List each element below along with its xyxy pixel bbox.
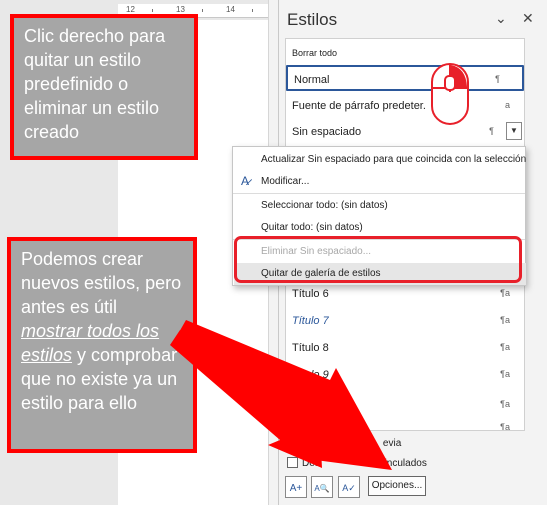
new-style-icon: A+ [289, 483, 303, 494]
pane-options-chevron-icon[interactable]: ⌄ [495, 10, 507, 27]
style-item-fuente-parrafo[interactable]: Fuente de párrafo predeter. a [286, 93, 524, 119]
style-item-titulo-7[interactable]: Título 7 ¶a [286, 308, 524, 334]
disable-linked-checkbox[interactable] [287, 457, 298, 468]
close-icon[interactable]: ✕ [522, 10, 534, 27]
disable-linked-label: Des [302, 458, 320, 469]
ruler-label: 12 [126, 5, 135, 14]
ruler-tick [202, 9, 203, 12]
style-item-normal[interactable]: Normal ¶ [286, 65, 524, 91]
paragraph-mark-icon: ¶ [489, 126, 494, 136]
style-dropdown-button[interactable]: ▼ [506, 122, 522, 140]
style-list-scrollbar[interactable] [529, 38, 539, 431]
menu-item-select-all[interactable]: Seleccionar todo: (sin datos) [261, 200, 388, 211]
menu-item-update[interactable]: Actualizar Sin espaciado para que coinci… [261, 154, 526, 165]
style-inspector-icon: A🔍 [314, 484, 330, 493]
show-preview-label-tail: evia [382, 438, 402, 449]
ruler-tick [152, 9, 153, 12]
disable-linked-label-tail: s vinculados [371, 458, 427, 469]
style-item-titulo-8[interactable]: Título 8 ¶a [286, 335, 524, 361]
options-button[interactable]: Opciones... [368, 476, 426, 496]
style-label: Su [292, 422, 306, 431]
modify-pen-icon: A̷ [241, 174, 250, 188]
callout-text: Clic derecho para quitar un estilo prede… [24, 26, 166, 142]
style-label: Título 7 [292, 315, 329, 327]
style-item-subtitulo[interactable]: Su ¶a [286, 415, 524, 431]
linked-mark-icon: ¶a [500, 369, 510, 379]
highlight-frame [234, 236, 522, 283]
pane-title: Estilos [287, 10, 338, 29]
style-inspector-button[interactable]: A🔍 [311, 476, 333, 498]
style-item-borrar-todo[interactable]: Borrar todo [286, 41, 524, 67]
style-label: Título 8 [292, 342, 329, 354]
ruler-tick [252, 9, 253, 12]
mouse-right-click-icon [431, 63, 469, 125]
style-label: Título 9 [292, 369, 329, 381]
manage-styles-button[interactable]: A✓ [338, 476, 360, 498]
style-label: Borrar todo [292, 48, 338, 58]
character-mark-icon: a [504, 100, 510, 110]
callout-text: Podemos crear nuevos estilos, pero antes… [21, 249, 182, 317]
menu-item-clear-all[interactable]: Quitar todo: (sin datos) [261, 222, 363, 233]
linked-mark-icon: ¶a [500, 315, 510, 325]
new-style-button[interactable]: A+ [285, 476, 307, 498]
style-item-titulo-9[interactable]: Título 9 ¶a [286, 362, 524, 388]
paragraph-mark-icon: ¶ [495, 74, 500, 84]
linked-mark-icon: ¶a [500, 422, 510, 431]
menu-separator [233, 193, 525, 194]
style-label: Título 6 [292, 288, 329, 300]
style-label: Fuente de párrafo predeter. [292, 100, 426, 112]
disable-linked-option[interactable]: Des s vinculados [287, 457, 427, 469]
show-preview-label: Mos [302, 438, 321, 449]
menu-item-modify[interactable]: Modificar... [261, 176, 309, 187]
linked-mark-icon: ¶a [500, 399, 510, 409]
style-label: Normal [294, 74, 330, 86]
style-label: Sin espaciado [292, 126, 362, 138]
ruler-label: 14 [226, 5, 235, 14]
callout-new-styles: Podemos crear nuevos estilos, pero antes… [7, 237, 197, 453]
callout-right-click: Clic derecho para quitar un estilo prede… [10, 14, 198, 160]
ruler-label: 13 [176, 5, 185, 14]
style-label: Título [292, 393, 338, 413]
show-preview-checkbox[interactable]: ✓ [287, 440, 298, 451]
linked-mark-icon: ¶a [500, 288, 510, 298]
manage-styles-icon: A✓ [342, 483, 356, 493]
show-preview-option[interactable]: ✓ Mos evia [287, 438, 401, 451]
linked-mark-icon: ¶a [500, 342, 510, 352]
style-item-sin-espaciado[interactable]: Sin espaciado ¶ ▼ [286, 119, 524, 145]
